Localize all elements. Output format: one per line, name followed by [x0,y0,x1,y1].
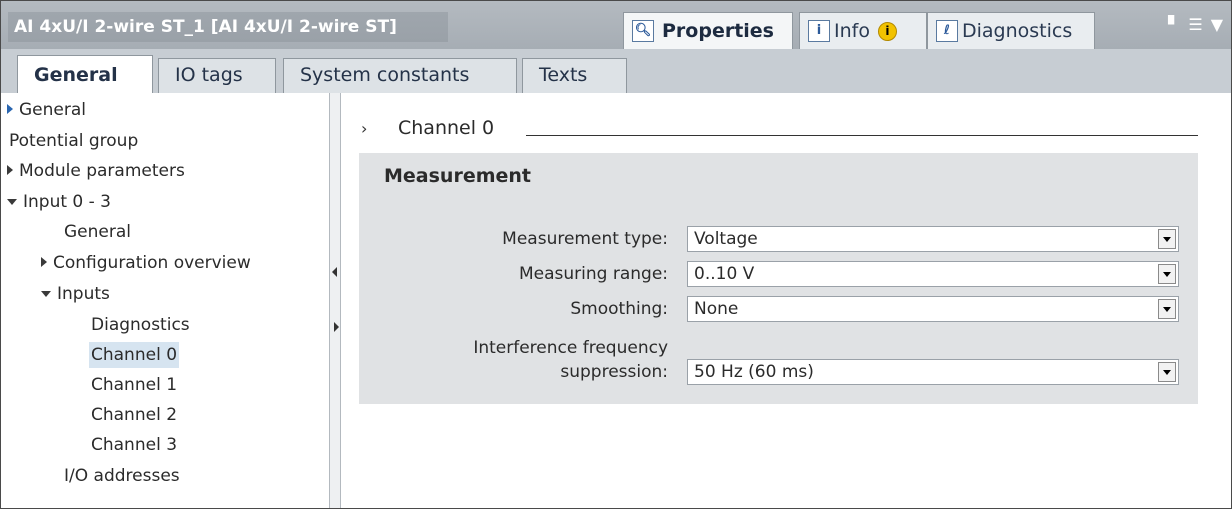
nav-item-label: Inputs [57,284,110,304]
smoothing-select[interactable]: None [687,296,1179,322]
dropdown-arrow-icon[interactable] [1158,229,1176,249]
properties-icon: 🔍︎ [632,20,654,42]
nav-item-diagnostics[interactable]: Diagnostics [91,312,190,338]
diagnostics-icon: ℓ [936,20,958,42]
info-badge-icon: i [877,21,897,41]
main-panel: › Channel 0 Measurement Measurement type… [341,93,1231,508]
measurement-type-label: Measurement type: [502,229,668,249]
collapse-left-icon[interactable] [332,267,337,277]
subtab-system-constants[interactable]: System constants [283,58,517,93]
expand-arrow-icon [7,165,13,175]
nav-item-configuration-overview[interactable]: Configuration overview [41,250,251,276]
select-value: Voltage [694,229,758,249]
dropdown-arrow-icon[interactable] [1158,362,1176,382]
tab-properties-label: Properties [662,20,774,42]
nav-item-inputs[interactable]: Inputs [41,281,110,307]
collapse-arrow-icon [7,199,17,205]
expand-right-icon[interactable] [334,322,339,332]
nav-item-label: General [19,100,86,120]
smoothing-label: Smoothing: [570,299,668,319]
expand-arrow-icon [41,257,47,267]
subtab-texts[interactable]: Texts [522,58,627,93]
nav-item-label: I/O addresses [64,466,180,486]
navigation-tree: General Potential group Module parameter… [1,93,329,508]
nav-item-label: General [64,222,131,242]
subtab-general[interactable]: General [17,55,153,94]
select-value: None [694,299,739,319]
nav-item-label: Input 0 - 3 [23,192,111,212]
section-chevron-icon[interactable]: › [361,119,367,138]
properties-window: AI 4xU/I 2-wire ST_1 [AI 4xU/I 2-wire ST… [0,0,1232,509]
tab-diagnostics-label: Diagnostics [962,20,1073,42]
tab-diagnostics[interactable]: ℓ Diagnostics [927,12,1095,49]
nav-item-input-0-3[interactable]: Input 0 - 3 [7,189,111,215]
select-value: 0..10 V [694,264,755,284]
interference-suppression-select[interactable]: 50 Hz (60 ms) [687,359,1179,385]
title-bar: AI 4xU/I 2-wire ST_1 [AI 4xU/I 2-wire ST… [1,1,1231,49]
nav-item-label: Channel 1 [91,375,178,395]
nav-item-channel-1[interactable]: Channel 1 [91,372,177,398]
float-window-icon[interactable]: ▘ [1168,15,1180,34]
tab-properties[interactable]: 🔍︎ Properties [623,12,793,49]
nav-item-io-addresses[interactable]: I/O addresses [64,463,180,489]
nav-item-general[interactable]: General [7,97,86,123]
nav-item-label: Configuration overview [53,253,251,273]
measurement-type-select[interactable]: Voltage [687,226,1179,252]
info-icon: i [808,20,830,42]
window-title: AI 4xU/I 2-wire ST_1 [AI 4xU/I 2-wire ST… [8,12,448,42]
dropdown-arrow-icon[interactable] [1158,299,1176,319]
collapse-arrow-icon [41,291,51,297]
window-controls: ▘ ☰ ▼ [1168,15,1223,34]
interference-label-line1: Interference frequency [473,338,668,358]
select-value: 50 Hz (60 ms) [694,362,814,382]
nav-item-label: Module parameters [19,161,185,181]
nav-item-channel-0[interactable]: Channel 0 [89,342,180,368]
section-title: Channel 0 [398,117,495,139]
measuring-range-label: Measuring range: [518,264,668,284]
nav-item-label: Channel 0 [91,345,178,365]
measurement-group: Measurement Measurement type: Voltage Me… [359,153,1198,404]
dropdown-arrow-icon[interactable] [1158,264,1176,284]
nav-item-module-parameters[interactable]: Module parameters [7,158,185,184]
measuring-range-select[interactable]: 0..10 V [687,261,1179,287]
nav-item-label: Potential group [9,131,139,151]
nav-item-channel-3[interactable]: Channel 3 [91,432,177,458]
splitter-handle[interactable] [329,93,341,508]
expand-arrow-icon [7,104,13,114]
tab-info-label: Info [834,20,870,42]
nav-item-channel-2[interactable]: Channel 2 [91,402,177,428]
menu-icon[interactable]: ☰ [1188,15,1202,34]
nav-item-potential-group[interactable]: Potential group [9,128,138,154]
nav-item-label: Channel 2 [91,405,178,425]
interference-label-line2: suppression: [560,362,668,382]
nav-item-label: Diagnostics [91,315,190,335]
subtab-bar: General IO tags System constants Texts [1,49,1231,94]
group-title: Measurement [384,165,531,187]
nav-item-label: Channel 3 [91,435,178,455]
nav-item-input-general[interactable]: General [64,219,131,245]
subtab-io-tags[interactable]: IO tags [158,58,276,93]
chevron-down-icon[interactable]: ▼ [1211,15,1223,34]
tab-info[interactable]: i Info i [799,12,927,49]
section-divider [526,135,1198,136]
